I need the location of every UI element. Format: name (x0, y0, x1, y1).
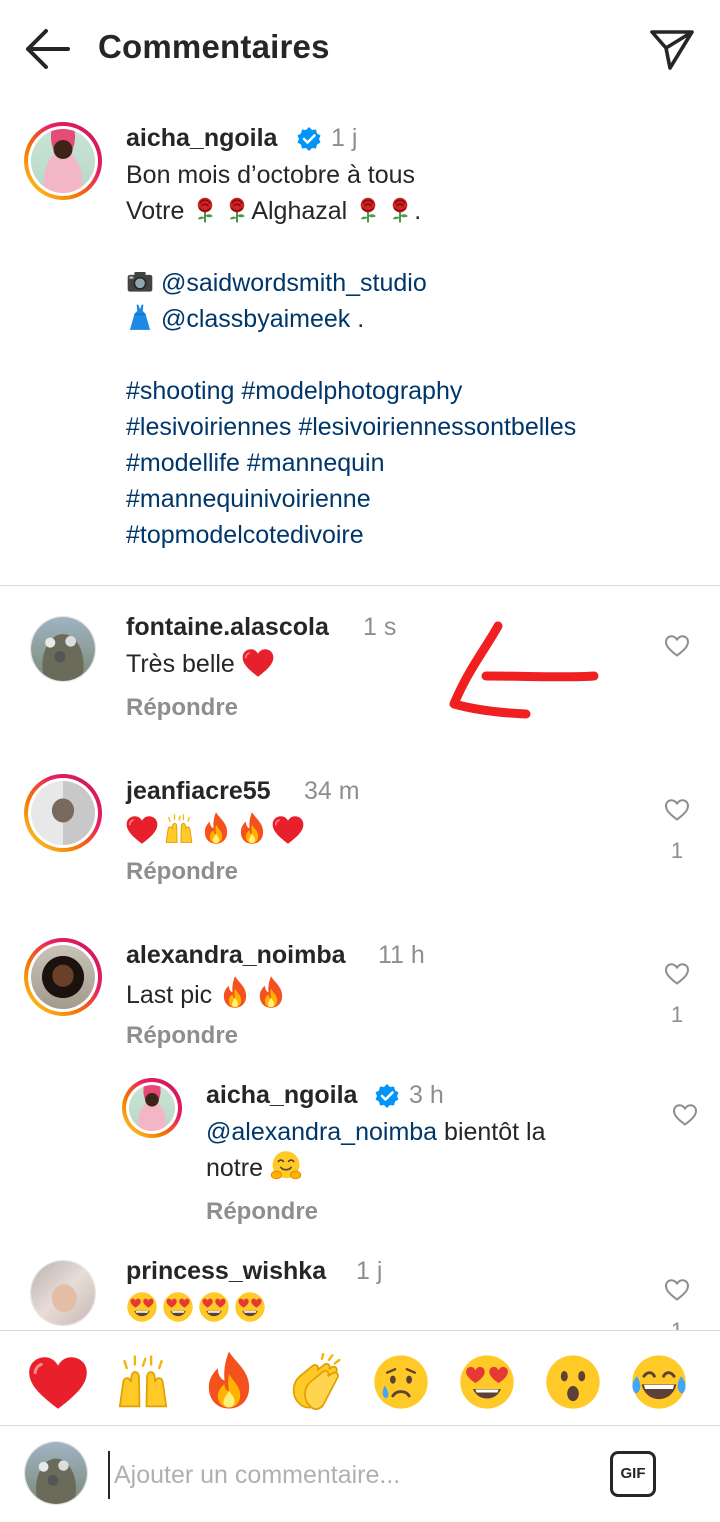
caption-divider (0, 585, 720, 586)
like-heart-icon[interactable] (664, 634, 690, 658)
comment-time: 3 h (409, 1081, 444, 1109)
rose-icon (354, 195, 382, 223)
comment-time: 1 j (356, 1257, 383, 1285)
caption-stylist-line: @classbyaimeek . (126, 301, 364, 337)
top-bar: Commentaires (0, 0, 720, 100)
comment-time: 34 m (304, 777, 360, 805)
reply-button[interactable]: Répondre (126, 1022, 238, 1050)
red-heart-icon[interactable] (28, 1355, 88, 1411)
caption-username[interactable]: aicha_ngoila (126, 124, 277, 153)
comment-text: @alexandra_noimba bientôt la (206, 1118, 546, 1146)
hashtag-line[interactable]: #modellife #mannequin (126, 445, 385, 481)
comment-text-line-2: notre (206, 1150, 302, 1186)
heart-eyes-icon[interactable] (458, 1353, 516, 1411)
fire-icon (219, 975, 251, 1009)
comment-username[interactable]: alexandra_noimba (126, 941, 346, 970)
reply-avatar[interactable] (122, 1078, 182, 1138)
hashtag-line[interactable]: #mannequinivoirienne (126, 481, 371, 517)
dress-icon (126, 303, 154, 331)
comment-username[interactable]: jeanfiacre55 (126, 777, 271, 806)
fire-icon (236, 811, 268, 845)
comment-username[interactable]: aicha_ngoila (206, 1081, 357, 1110)
gif-button[interactable]: GIF (610, 1451, 656, 1497)
surprised-face-icon[interactable] (544, 1353, 602, 1411)
verified-badge-icon (297, 127, 321, 151)
comment-username[interactable]: princess_wishka (126, 1257, 326, 1286)
comment-text (126, 811, 304, 849)
page-title: Commentaires (98, 28, 330, 65)
comment-text: Très belle (126, 646, 274, 682)
comment-avatar[interactable] (30, 1260, 96, 1326)
caption-line-1: Bon mois d’octobre à tous (126, 161, 416, 189)
like-heart-icon[interactable] (664, 1278, 690, 1302)
annotation-arrow-icon (449, 621, 599, 719)
fire-icon[interactable] (201, 1349, 257, 1411)
mention-link[interactable]: @saidwordsmith_studio (161, 269, 427, 297)
verified-badge-icon (375, 1084, 399, 1108)
rose-icon (223, 195, 251, 223)
comment-input[interactable] (108, 1451, 588, 1499)
comment-text: Last pic (126, 975, 287, 1013)
hashtag-line[interactable]: #shooting #modelphotography (126, 373, 462, 409)
red-heart-icon (126, 815, 158, 845)
like-heart-icon[interactable] (664, 798, 690, 822)
paper-plane-icon[interactable] (648, 26, 696, 72)
arrow-left-icon[interactable] (22, 26, 72, 72)
red-heart-icon (242, 648, 274, 678)
comment-avatar[interactable] (24, 938, 102, 1016)
heart-eyes-icon (198, 1291, 230, 1323)
reply-button[interactable]: Répondre (126, 858, 238, 886)
sad-face-icon[interactable] (372, 1353, 430, 1411)
reply-button[interactable]: Répondre (126, 694, 238, 722)
red-heart-icon (272, 815, 304, 845)
heart-eyes-icon (234, 1291, 266, 1323)
caption-photographer-line: @saidwordsmith_studio (126, 265, 427, 301)
heart-eyes-icon (126, 1291, 158, 1323)
mention-link[interactable]: @alexandra_noimba (206, 1118, 437, 1146)
tears-of-joy-icon[interactable] (630, 1353, 688, 1411)
fire-icon (255, 975, 287, 1009)
rose-icon (386, 195, 414, 223)
raising-hands-icon[interactable] (114, 1353, 172, 1411)
comment-time: 11 h (378, 941, 425, 969)
camera-icon (126, 267, 154, 295)
mention-link[interactable]: @classbyaimeek (161, 305, 350, 333)
clapping-hands-icon[interactable] (286, 1353, 344, 1411)
comment-text (126, 1291, 266, 1327)
reply-button[interactable]: Répondre (206, 1198, 318, 1226)
heart-eyes-icon (162, 1291, 194, 1323)
quick-reaction-bar (0, 1330, 720, 1426)
comment-time: 1 s (363, 613, 397, 641)
comment-composer: GIF (0, 1427, 720, 1522)
comment-username[interactable]: fontaine.alascola (126, 613, 329, 642)
caption-avatar[interactable] (24, 122, 102, 200)
like-heart-icon[interactable] (672, 1103, 698, 1127)
raising-hands-icon (162, 813, 196, 845)
caption-time: 1 j (331, 124, 358, 152)
current-user-avatar (24, 1441, 88, 1505)
caption-line-2: Votre Alghazal . (126, 195, 422, 225)
hashtag-line[interactable]: #topmodelcotedivoire (126, 517, 364, 553)
comment-avatar[interactable] (30, 616, 96, 682)
rose-icon (191, 195, 219, 223)
like-heart-icon[interactable] (664, 962, 690, 986)
hugging-face-icon (270, 1150, 302, 1182)
hashtag-line[interactable]: #lesivoiriennes #lesivoiriennessontbelle… (126, 409, 576, 445)
fire-icon (200, 811, 232, 845)
like-count: 1 (670, 838, 684, 863)
like-count: 1 (670, 1002, 684, 1027)
comment-avatar[interactable] (24, 774, 102, 852)
